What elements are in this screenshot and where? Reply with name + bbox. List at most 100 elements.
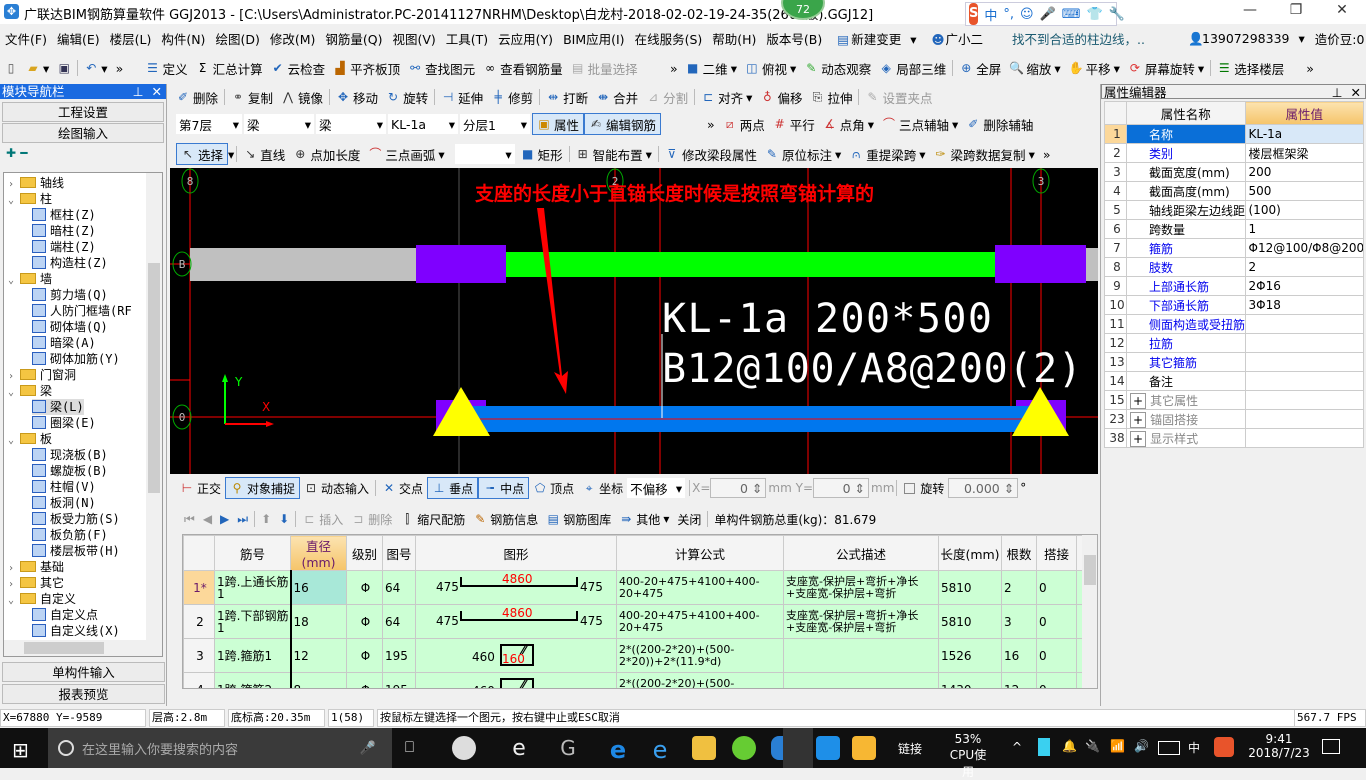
fan-app-icon[interactable] — [452, 736, 476, 760]
property-value[interactable] — [1244, 409, 1364, 429]
property-value[interactable] — [1244, 371, 1364, 391]
row-index[interactable]: 4 — [183, 672, 215, 688]
local-3d-button[interactable]: ◈ 局部三维 — [875, 57, 950, 79]
tree-item[interactable]: 构造柱(Z) — [32, 255, 108, 271]
minimize-button[interactable]: — — [1230, 2, 1270, 22]
edit-rebar-button[interactable]: ✍ 编辑钢筋 — [584, 113, 662, 135]
property-row[interactable]: 3 截面宽度(mm) 200 — [1104, 162, 1364, 182]
insert-button[interactable]: ⊏ 插入 — [298, 508, 347, 530]
offset-mode-select[interactable]: 不偏移 ▾ — [627, 478, 686, 498]
select-button[interactable]: ↖ 选择 — [176, 143, 229, 165]
batch-select-button[interactable]: ▤ 批量选择 — [567, 57, 642, 79]
chevron-down-icon[interactable]: ⌄ — [8, 433, 20, 449]
column-header[interactable] — [183, 535, 215, 571]
point-angle-dropdown[interactable]: ∡ 点角 ▾ — [819, 113, 878, 135]
ime-chinese-icon[interactable]: 中 — [984, 5, 997, 24]
cloud-check-button[interactable]: ✔ 云检查 — [267, 57, 330, 79]
rotate-angle-input[interactable]: 0.000 ⇕ — [948, 478, 1019, 498]
property-row[interactable]: 4 截面高度(mm) 500 — [1104, 181, 1364, 201]
row-index[interactable]: 1* — [183, 570, 215, 605]
rebar-figure-no[interactable]: 195 — [382, 638, 416, 673]
scroll-thumb[interactable] — [24, 642, 104, 654]
rebar-length[interactable]: 1526 — [938, 638, 1002, 673]
rectangle-button[interactable]: ■ 矩形 — [517, 143, 567, 165]
rebar-lap[interactable]: 0 — [1036, 672, 1077, 688]
link-toolbar[interactable]: 链接 — [898, 740, 922, 757]
dynamic-input-toggle[interactable]: ⊡ 动态输入 — [300, 477, 373, 499]
draw-mode-select[interactable]: ▾ — [454, 144, 515, 164]
rebar-formula-desc[interactable]: 支座宽-保护层+弯折+净长+支座宽-保护层+弯折 — [783, 570, 939, 605]
drawing-svg[interactable]: 8 2 3 B 0 支座的长度小于直锚长度时候是按照弯锚计算的 KL-1a 20… — [170, 168, 1098, 474]
scroll-thumb[interactable] — [1084, 555, 1096, 585]
mirror-button[interactable]: ⋀ 镜像 — [277, 86, 327, 108]
rebar-lap[interactable]: 0 — [1036, 638, 1077, 673]
table-row[interactable]: 2 1跨.下部钢筋1 18 Φ 64 475 4860 475 400-20+475+4100+… — [183, 604, 1084, 639]
property-row[interactable]: 5 轴线距梁左边线距 (100) — [1104, 200, 1364, 220]
span-data-copy-dropdown[interactable]: ✑ 梁跨数据复制 ▾ — [930, 143, 1039, 165]
rebar-shape-cell[interactable]: 460160⁄⁄ — [415, 638, 617, 673]
single-component-input-button[interactable]: 单构件输入 — [2, 662, 165, 682]
point-length-button[interactable]: ⊕ 点加长度 — [289, 143, 364, 165]
three-point-axis-dropdown[interactable]: ⌒ 三点辅轴 ▾ — [878, 113, 962, 135]
rebar-figure-no[interactable]: 64 — [382, 604, 416, 639]
next-record-button[interactable]: ▶ — [216, 508, 233, 530]
delete-button[interactable]: ✐ 删除 — [172, 86, 222, 108]
rebar-length[interactable]: 5810 — [938, 604, 1002, 639]
property-value[interactable] — [1244, 428, 1364, 448]
microphone-icon[interactable]: 🎤 — [360, 741, 376, 756]
notification-bell-icon[interactable]: 🔔 — [1062, 739, 1077, 753]
rebar-grade[interactable]: Φ — [346, 638, 383, 673]
rebar-grade[interactable]: Φ — [346, 570, 383, 605]
tree-item[interactable]: › 基础 — [8, 559, 64, 575]
new-change-button[interactable]: ▤ 新建变更 ▾ — [827, 29, 921, 48]
column-header[interactable]: 计算公式 — [616, 535, 784, 571]
keyboard-icon[interactable] — [1158, 741, 1180, 755]
column[interactable] — [416, 245, 506, 283]
split-button[interactable]: ⊿ 分割 — [642, 86, 692, 108]
undo-button[interactable]: ↶ ▾ — [80, 57, 111, 79]
hint-link[interactable]: 找不到合适的柱边线，.. — [1007, 29, 1150, 48]
tree-item[interactable]: 板受力筋(S) — [32, 511, 120, 527]
ime-punct-icon[interactable]: °, — [1003, 7, 1014, 22]
property-value[interactable] — [1244, 352, 1364, 372]
tree-item[interactable]: 自定义线(X) — [32, 623, 120, 639]
row-index[interactable]: 2 — [183, 604, 215, 639]
tree-item[interactable]: 现浇板(B) — [32, 447, 108, 463]
perpendicular-snap[interactable]: ⊥ 垂点 — [427, 477, 479, 499]
rebar-formula-desc[interactable] — [783, 672, 939, 688]
tree-item[interactable]: › 其它 — [8, 575, 64, 591]
two-point-axis-button[interactable]: ⧄ 两点 — [719, 113, 769, 135]
column-header[interactable]: 级别 — [346, 535, 383, 571]
save-button[interactable]: ▣ — [53, 57, 75, 79]
coordinate-snap[interactable]: ⌖ 坐标 — [578, 477, 627, 499]
table-scrollbar[interactable] — [1082, 535, 1097, 688]
column[interactable] — [995, 245, 1086, 283]
rotate-button[interactable]: ↻ 旋转 — [382, 86, 432, 108]
property-value[interactable]: 1 — [1244, 219, 1364, 239]
menu-modify[interactable]: 修改(M) — [265, 29, 321, 48]
property-row[interactable]: 7 箍筋 Φ12@100/Φ8@200(2 — [1104, 238, 1364, 258]
tree-item[interactable]: ⌄ 梁 — [8, 383, 52, 399]
tree-item[interactable]: 螺旋板(B) — [32, 463, 108, 479]
property-row[interactable]: 9 上部通长筋 2Φ16 — [1104, 276, 1364, 296]
summary-calc-button[interactable]: Σ 汇总计算 — [192, 57, 267, 79]
stretch-button[interactable]: ⎘ 拉伸 — [806, 86, 856, 108]
x-offset-input[interactable]: 0 ⇕ — [710, 478, 767, 498]
tray-overflow-icon[interactable]: ^ — [1012, 740, 1022, 754]
property-value[interactable]: 2 — [1244, 257, 1364, 277]
overflow-chevron[interactable]: » — [1039, 143, 1055, 165]
ime-toolbar[interactable]: S 中 °, ☺ 🎤 ⌨ 👕 🔧 — [965, 2, 1125, 26]
report-preview-button[interactable]: 报表预览 — [2, 684, 165, 704]
table-row[interactable]: 41跨.箍筋28Φ195460160⁄⁄2*((200-2*20)+(500-2… — [183, 672, 1084, 688]
rebar-info-button[interactable]: ✎ 钢筋信息 — [469, 508, 542, 530]
beam-top[interactable] — [506, 252, 996, 277]
rebar-formula[interactable]: 400-20+475+4100+400-20+475 — [616, 604, 784, 639]
pin-icon[interactable]: ⊥ — [133, 84, 144, 99]
assistant-button[interactable]: ☻广小二 — [922, 29, 994, 48]
tree-item[interactable]: ⌄ 自定义 — [8, 591, 76, 607]
pan-dropdown[interactable]: ✋ 平移 ▾ — [1065, 57, 1124, 79]
rebar-length[interactable]: 1430 — [938, 672, 1002, 688]
property-row[interactable]: 6 跨数量 1 — [1104, 219, 1364, 239]
rebar-count[interactable]: 12 — [1001, 672, 1037, 688]
property-value[interactable]: (100) — [1244, 200, 1364, 220]
